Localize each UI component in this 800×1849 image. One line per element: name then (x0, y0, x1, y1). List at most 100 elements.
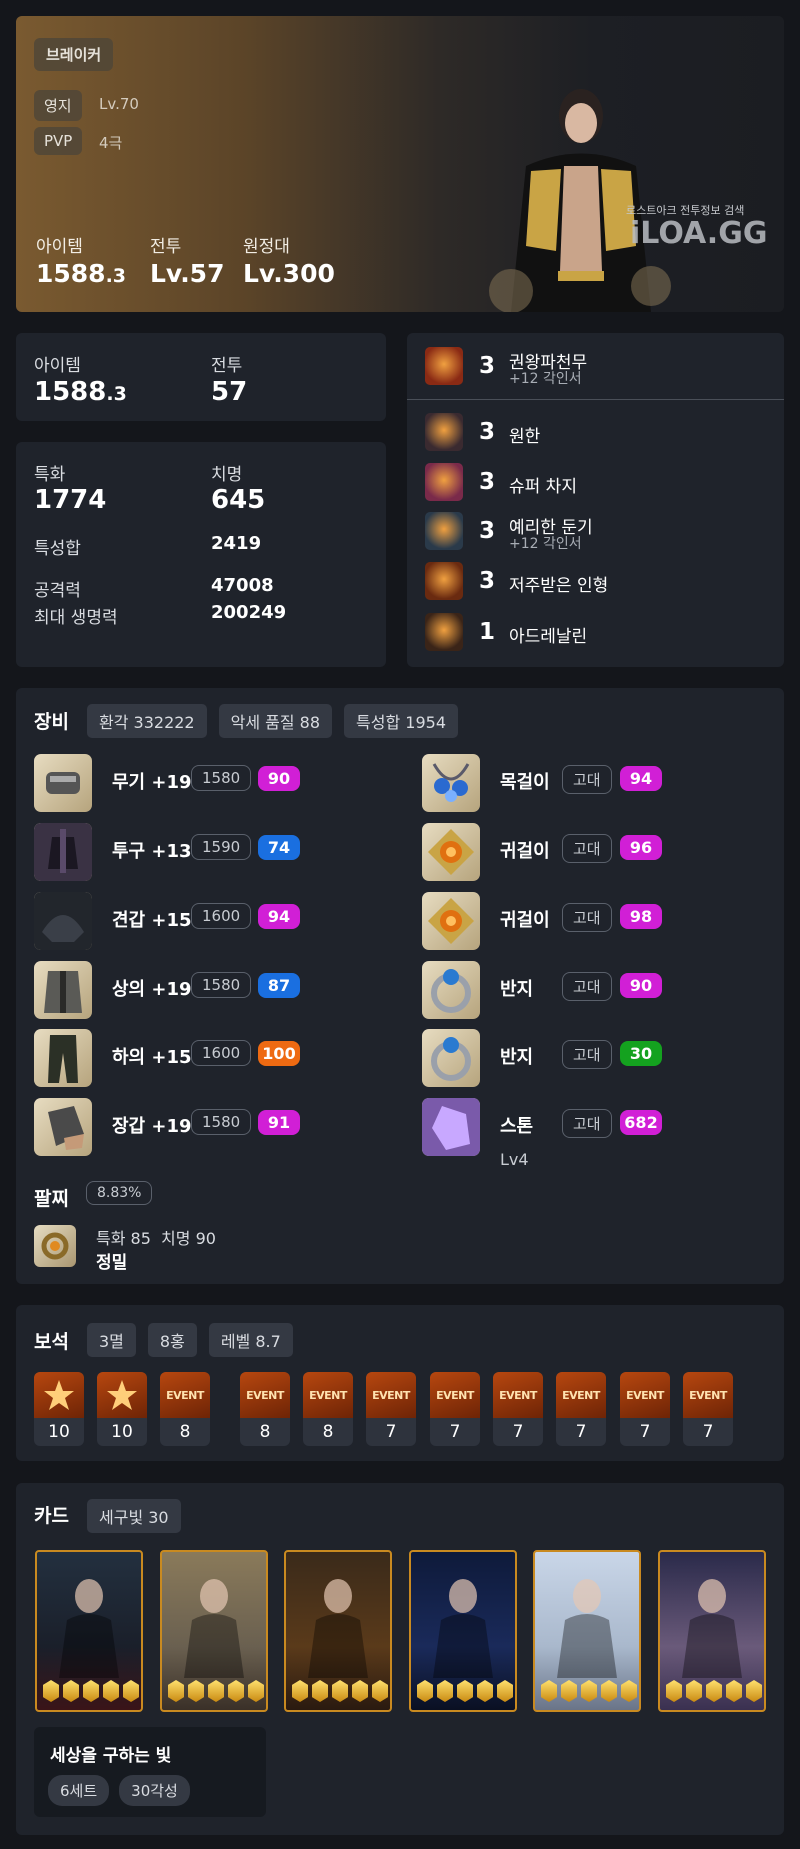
combat-level-label: 전투 (150, 237, 182, 257)
awakening-gem-icon (332, 1680, 348, 1702)
equipment-slot[interactable]: 반지 고대 30 (422, 1029, 762, 1087)
quality-badge: 90 (258, 766, 300, 791)
gem-item[interactable]: EVENT 8 (160, 1372, 210, 1446)
gems-title: 보석 (34, 1331, 69, 1353)
quality-badge: 74 (258, 835, 300, 860)
bracelet-effect: 정밀 (96, 1253, 128, 1273)
bracelet-title: 팔찌 (34, 1188, 69, 1210)
class-badge: 브레이커 (34, 38, 114, 71)
engraving-item[interactable]: 3 예리한 둔기 +12 각인서 (425, 512, 765, 552)
awakening-bar (666, 1680, 762, 1702)
gem-item[interactable]: EVENT 8 (303, 1372, 353, 1446)
gem-item[interactable]: EVENT 7 (493, 1372, 543, 1446)
pants-icon (34, 1029, 92, 1087)
item-level-label: 아이템 (36, 237, 83, 257)
equipment-card: 장비 환각 332222 악세 품질 88 특성합 1954 무기 +19 1580… (16, 688, 784, 1284)
gem-level: 7 (385, 1422, 397, 1442)
gem-icon: EVENT (160, 1372, 210, 1418)
card-twin-goddess-icon[interactable] (658, 1550, 766, 1712)
gem-icon: EVENT (493, 1372, 543, 1418)
equipment-name: 무기 +19 (112, 772, 192, 793)
awakening-gem-icon (228, 1680, 244, 1702)
gem-event-label: EVENT (372, 1388, 410, 1402)
equipment-slot[interactable]: 하의 +15 1600 100 (34, 1029, 374, 1087)
equipment-name: 귀걸이 (500, 841, 550, 862)
equipment-slot[interactable]: 귀걸이 고대 96 (422, 823, 762, 881)
engraving-item[interactable]: 3 저주받은 인형 (425, 562, 765, 602)
item-level-box: 1580 (191, 1109, 252, 1135)
quality-badge: 94 (620, 766, 662, 791)
awakening-gem-icon (726, 1680, 742, 1702)
gem-item[interactable]: EVENT 7 (556, 1372, 606, 1446)
gem-item[interactable]: EVENT 7 (683, 1372, 733, 1446)
awakening-bar (417, 1680, 513, 1702)
gem-icon: EVENT (556, 1372, 606, 1418)
gem-item[interactable]: 10 (97, 1372, 147, 1446)
super-charge-icon (425, 463, 463, 501)
quality-badge: 98 (620, 904, 662, 929)
awakening-gem-icon (541, 1680, 557, 1702)
gem-level: 7 (702, 1422, 714, 1442)
crit-label: 치명 (211, 465, 243, 485)
attack-label: 공격력 (34, 581, 81, 601)
equipment-slot[interactable]: 목걸이 고대 94 (422, 754, 762, 812)
equipment-slot[interactable]: 상의 +19 1580 87 (34, 961, 374, 1019)
awakening-gem-icon (168, 1680, 184, 1702)
equipment-slot[interactable]: 견갑 +15 1600 94 (34, 892, 374, 950)
earring-icon (422, 892, 480, 950)
equipment-slot[interactable]: 투구 +13 1590 74 (34, 823, 374, 881)
bracelet-stats: 특화 85 치명 90 (96, 1229, 216, 1248)
equipment-summary-chip: 악세 품질 88 (218, 704, 333, 738)
gem-icon: EVENT (620, 1372, 670, 1418)
grade-box: 고대 (562, 1109, 612, 1138)
awakening-gem-icon (477, 1680, 493, 1702)
card-dark-warrior-icon[interactable] (35, 1550, 143, 1712)
keen-blunt-icon (425, 512, 463, 550)
gem-event-label: EVENT (562, 1388, 600, 1402)
gem-item[interactable]: 10 (34, 1372, 84, 1446)
gem-icon (107, 1380, 137, 1410)
max-hp-value: 200249 (211, 602, 287, 623)
quality-badge: 96 (620, 835, 662, 860)
equipment-summary-chip: 특성합 1954 (344, 704, 458, 738)
card-angel-icon[interactable] (533, 1550, 641, 1712)
engraving-item[interactable]: 3 원한 (425, 413, 765, 453)
gem-icon: EVENT (366, 1372, 416, 1418)
engraving-class[interactable]: 3 권왕파천무 +12 각인서 (425, 347, 765, 387)
awakening-bar (292, 1680, 388, 1702)
gem-event-label: EVENT (499, 1388, 537, 1402)
expedition-level-value: Lv.300 (243, 259, 335, 288)
card-shadow-knight-icon[interactable] (409, 1550, 517, 1712)
gem-summary-chip: 레벨 8.7 (208, 1323, 293, 1357)
equipment-slot[interactable]: 귀걸이 고대 98 (422, 892, 762, 950)
equipment-slot[interactable]: 스톤 고대 682 Lv4 (422, 1098, 762, 1169)
card-knight-icon[interactable] (160, 1550, 268, 1712)
combat-level-value: 57 (211, 377, 248, 407)
gem-event-label: EVENT (626, 1388, 664, 1402)
ability-stone-icon (422, 1098, 480, 1156)
card-set-box: 세상을 구하는 빛 6세트 30각성 (34, 1727, 266, 1817)
gem-event-label: EVENT (436, 1388, 474, 1402)
engraving-level: 3 (479, 469, 496, 495)
gem-item[interactable]: EVENT 7 (430, 1372, 480, 1446)
engraving-sub: +12 각인서 (509, 536, 582, 552)
gem-item[interactable]: EVENT 8 (240, 1372, 290, 1446)
awakening-gem-icon (581, 1680, 597, 1702)
gem-item[interactable]: EVENT 7 (366, 1372, 416, 1446)
engraving-item[interactable]: 1 아드레날린 (425, 613, 765, 653)
gem-event-label: EVENT (309, 1388, 347, 1402)
engraving-item[interactable]: 3 슈퍼 차지 (425, 463, 765, 503)
equipment-slot[interactable]: 반지 고대 90 (422, 961, 762, 1019)
grade-box: 고대 (562, 765, 612, 794)
gem-icon (34, 1372, 84, 1418)
gem-level: 7 (512, 1422, 524, 1442)
equipment-slot[interactable]: 장갑 +19 1580 91 (34, 1098, 374, 1156)
gem-level: 7 (639, 1422, 651, 1442)
card-armored-giant-icon[interactable] (284, 1550, 392, 1712)
card-figure (184, 1579, 244, 1678)
equipment-slot[interactable]: 무기 +19 1580 90 (34, 754, 374, 812)
weapon-gauntlet-icon (34, 754, 92, 812)
bracelet-icon[interactable] (34, 1225, 76, 1267)
gem-icon: EVENT (240, 1372, 290, 1418)
gem-item[interactable]: EVENT 7 (620, 1372, 670, 1446)
